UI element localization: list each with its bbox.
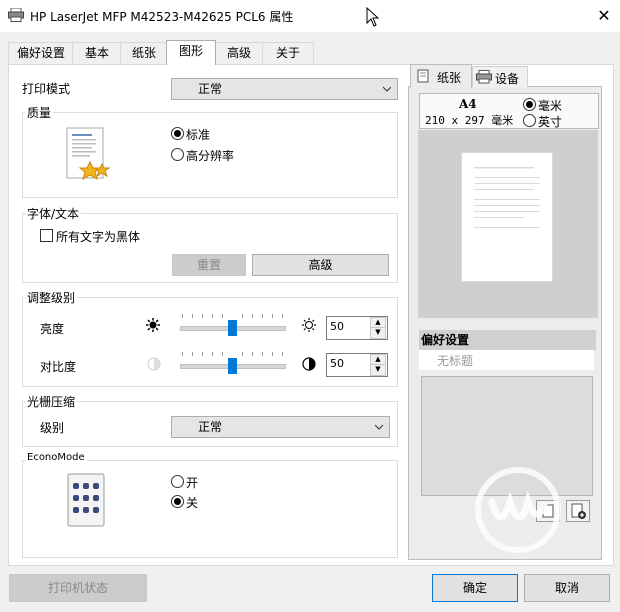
econo-off-label: 关	[186, 496, 199, 510]
brightness-value: 50	[330, 320, 344, 333]
watermark-logo-icon	[470, 462, 566, 558]
printer-status-button[interactable]: 打印机状态	[9, 574, 147, 602]
economode-group-label: EconoMode	[25, 452, 87, 463]
raster-compression-group-label: 光栅压缩	[25, 393, 78, 410]
paper-size: 210 x 297 毫米	[425, 114, 514, 127]
tab-paper-preview-label: 纸张	[437, 71, 462, 85]
quality-standard-label: 标准	[186, 128, 211, 142]
chevron-down-icon	[383, 86, 391, 92]
quality-high-res-label: 高分辨率	[186, 149, 235, 163]
add-icon	[571, 503, 586, 519]
close-icon[interactable]: ✕	[594, 6, 614, 26]
brightness-label: 亮度	[40, 322, 65, 336]
all-text-black-label: 所有文字为黑体	[56, 230, 141, 244]
print-mode-select[interactable]: 正常	[171, 78, 398, 100]
paper-icon	[417, 69, 429, 83]
all-text-black-checkbox[interactable]	[40, 229, 53, 242]
tab-device-label: 设备	[495, 72, 520, 86]
unit-inch-radio[interactable]	[523, 114, 536, 127]
adjust-level-group-label: 调整级别	[25, 289, 78, 306]
preferences-header-label: 偏好设置	[421, 333, 470, 347]
tab-paper[interactable]: 纸张	[120, 42, 168, 64]
window-title: HP LaserJet MFP M42523-M42625 PCL6 属性	[30, 10, 294, 24]
quality-document-icon	[66, 126, 112, 182]
tab-graphics[interactable]: 图形	[166, 40, 216, 65]
tab-paper-preview[interactable]: 纸张	[410, 64, 472, 88]
chevron-down-icon	[375, 424, 383, 430]
contrast-slider-thumb[interactable]	[228, 358, 237, 374]
contrast-high-icon	[302, 357, 316, 371]
printer-device-icon	[476, 70, 492, 84]
contrast-stepper[interactable]: 50 ▲ ▼	[326, 353, 388, 377]
brightness-slider[interactable]	[180, 314, 286, 338]
font-text-group-label: 字体/文本	[25, 205, 82, 222]
printer-icon	[8, 7, 24, 22]
cancel-button[interactable]: 取消	[524, 574, 610, 602]
raster-level-value: 正常	[198, 420, 223, 434]
paper-name: A4	[459, 97, 477, 111]
contrast-value: 50	[330, 357, 344, 370]
ok-button[interactable]: 确定	[432, 574, 518, 602]
contrast-label: 对比度	[40, 360, 77, 374]
tab-device[interactable]: 设备	[472, 66, 528, 87]
unit-inch-label: 英寸	[538, 115, 563, 129]
print-mode-label: 打印模式	[22, 82, 71, 96]
econo-toner-icon	[67, 473, 105, 527]
preferences-item[interactable]: 无标题	[419, 350, 594, 370]
contrast-down-button[interactable]: ▼	[370, 364, 386, 376]
brightness-slider-thumb[interactable]	[228, 320, 237, 336]
contrast-low-icon	[147, 357, 161, 371]
quality-high-res-radio[interactable]	[171, 148, 184, 161]
unit-mm-radio[interactable]	[523, 98, 536, 111]
cursor-icon	[366, 6, 380, 27]
preferences-item-label: 无标题	[437, 354, 474, 368]
econo-on-label: 开	[186, 476, 199, 490]
econo-on-radio[interactable]	[171, 475, 184, 488]
tab-basic[interactable]: 基本	[72, 42, 122, 64]
unit-mm-label: 毫米	[538, 99, 563, 113]
print-mode-value: 正常	[198, 82, 223, 96]
tab-advanced[interactable]: 高级	[214, 42, 264, 64]
brightness-stepper[interactable]: 50 ▲ ▼	[326, 316, 388, 340]
raster-level-select[interactable]: 正常	[171, 416, 390, 438]
reset-button[interactable]: 重置	[172, 254, 246, 276]
brightness-high-icon	[302, 318, 316, 332]
contrast-slider[interactable]	[180, 352, 286, 376]
page-preview-sheet	[461, 152, 553, 282]
tab-about[interactable]: 关于	[262, 42, 314, 64]
quality-standard-radio[interactable]	[171, 127, 184, 140]
tab-preferences[interactable]: 偏好设置	[8, 42, 74, 64]
quality-group-label: 质量	[25, 104, 54, 121]
preferences-header: 偏好设置	[419, 330, 596, 350]
brightness-down-button[interactable]: ▼	[370, 327, 386, 339]
add-preference-button[interactable]	[566, 500, 590, 522]
advanced-button[interactable]: 高级	[252, 254, 389, 276]
brightness-low-icon	[146, 318, 160, 332]
econo-off-radio[interactable]	[171, 495, 184, 508]
raster-level-label: 级别	[40, 421, 65, 435]
